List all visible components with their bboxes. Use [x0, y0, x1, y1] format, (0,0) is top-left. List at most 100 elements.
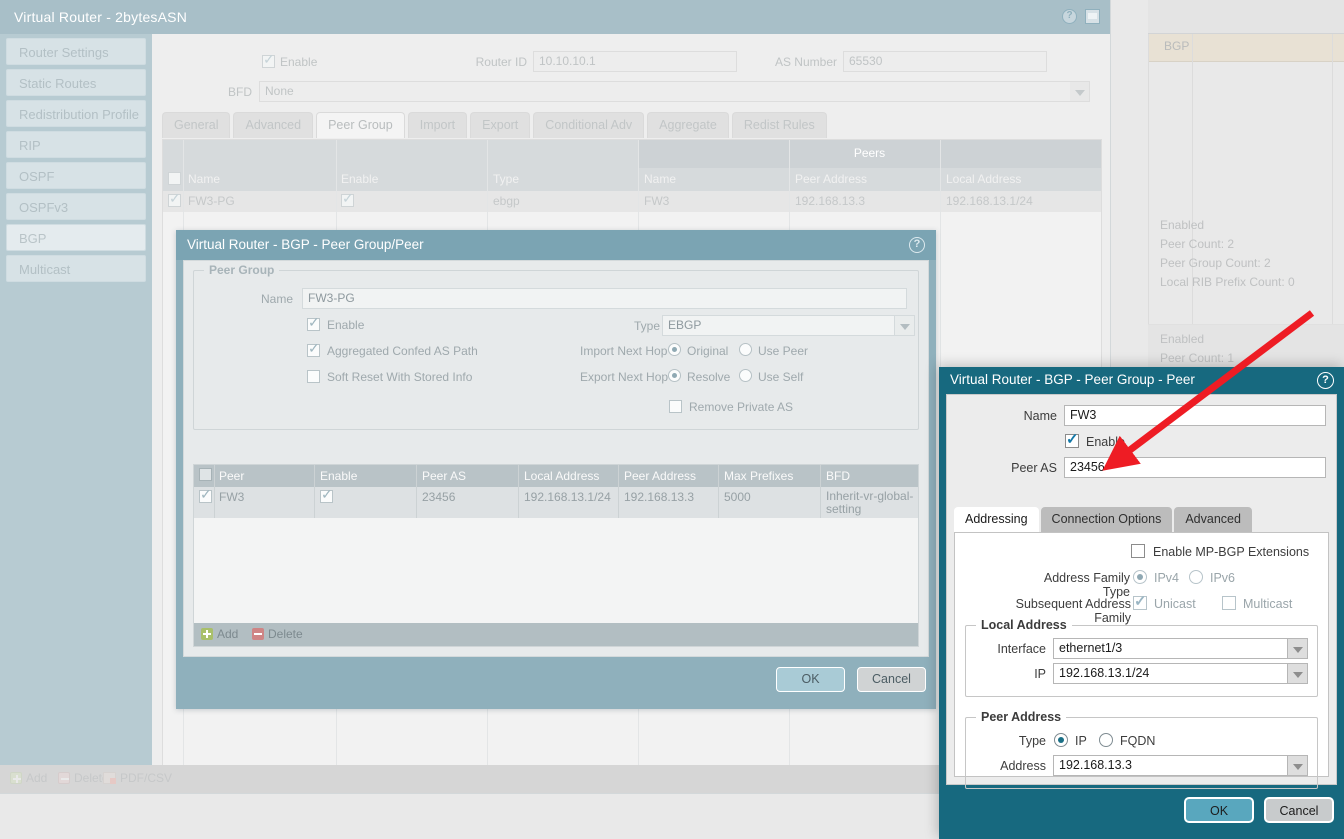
- minus-icon: [252, 628, 264, 640]
- sidebar-item-ospf[interactable]: OSPF: [6, 162, 146, 189]
- peer-group-cancel-button[interactable]: Cancel: [857, 667, 926, 692]
- add-button[interactable]: Add: [10, 771, 47, 785]
- pg-name-label: Name: [261, 292, 293, 306]
- peer-dialog-body: Name FW3 Enable Peer AS 23456 Addressing…: [946, 394, 1337, 785]
- tab-peer-group[interactable]: Peer Group: [316, 112, 405, 138]
- bfd-select[interactable]: None: [259, 81, 1090, 102]
- peer-group-dialog-footer: OK Cancel: [176, 657, 936, 709]
- afi-ipv6-label: IPv6: [1210, 571, 1235, 585]
- help-icon[interactable]: ?: [1317, 372, 1334, 389]
- interface-label: Interface: [974, 642, 1046, 656]
- peer-col-peer-address: Peer Address: [624, 469, 696, 483]
- help-icon[interactable]: ?: [909, 237, 925, 253]
- row-select-checkbox[interactable]: [168, 194, 181, 207]
- peer-address-type-ip-radio[interactable]: [1054, 733, 1068, 747]
- safi-multicast-checkbox[interactable]: [1222, 596, 1236, 610]
- pg-export-use-self-radio[interactable]: [739, 369, 752, 382]
- afi-ipv6-radio[interactable]: [1189, 570, 1203, 584]
- peer-address-type-fqdn-radio[interactable]: [1099, 733, 1113, 747]
- peer-group-ok-button[interactable]: OK: [776, 667, 845, 692]
- afi-ipv4-radio[interactable]: [1133, 570, 1147, 584]
- sidebar-item-ospfv3[interactable]: OSPFv3: [6, 193, 146, 220]
- peer-enable-label: Enable: [1086, 435, 1125, 449]
- sidebar-item-static-routes[interactable]: Static Routes: [6, 69, 146, 96]
- interface-chevron-down-icon[interactable]: [1288, 638, 1308, 659]
- delete-button[interactable]: Delete: [58, 771, 109, 785]
- peer-address-select[interactable]: 192.168.13.3: [1053, 755, 1288, 776]
- tab-redist-rules[interactable]: Redist Rules: [732, 112, 827, 138]
- enable-mpbgp-label: Enable MP-BGP Extensions: [1153, 545, 1309, 559]
- safi-unicast-label: Unicast: [1154, 597, 1196, 611]
- pg-export-use-self-label: Use Self: [758, 370, 803, 384]
- col-peer-address: Peer Address: [795, 172, 867, 186]
- vr-tabstrip: General Advanced Peer Group Import Expor…: [162, 112, 830, 139]
- tab-general[interactable]: General: [162, 112, 230, 138]
- tab-import[interactable]: Import: [408, 112, 467, 138]
- local-ip-select[interactable]: 192.168.13.1/24: [1053, 663, 1288, 684]
- peer-select-all-checkbox[interactable]: [199, 468, 212, 481]
- background-status-block-1: Enabled Peer Count: 2 Peer Group Count: …: [1148, 216, 1344, 292]
- peers-group-header: Peers: [638, 140, 1101, 168]
- bg-b1-l2: Peer Count: 2: [1160, 235, 1344, 254]
- peer-delete-label: Delete: [268, 627, 303, 641]
- help-icon[interactable]: ?: [1062, 9, 1077, 24]
- peer-enable-checkbox[interactable]: [1065, 434, 1079, 448]
- pg-type-select[interactable]: EBGP: [662, 315, 895, 336]
- tab-advanced[interactable]: Advanced: [1174, 507, 1252, 532]
- pg-enable-checkbox[interactable]: [307, 318, 320, 331]
- bfd-chevron-down-icon[interactable]: [1070, 81, 1090, 102]
- pg-import-use-peer-radio[interactable]: [739, 343, 752, 356]
- peer-add-button[interactable]: Add: [201, 627, 238, 641]
- bgp-enable-checkbox[interactable]: [262, 55, 275, 68]
- pg-aggregated-confed-checkbox[interactable]: [307, 344, 320, 357]
- peer-address-chevron-down-icon[interactable]: [1288, 755, 1308, 776]
- sidebar-item-rip[interactable]: RIP: [6, 131, 146, 158]
- table-row[interactable]: FW3-PG ebgp FW3 192.168.13.3 192.168.13.…: [163, 191, 1101, 212]
- sidebar-item-multicast[interactable]: Multicast: [6, 255, 146, 282]
- pdf-csv-button[interactable]: PDF/CSV: [103, 771, 172, 785]
- tab-export[interactable]: Export: [470, 112, 530, 138]
- pg-remove-private-as-checkbox[interactable]: [669, 400, 682, 413]
- peer-delete-button[interactable]: Delete: [252, 627, 303, 641]
- peer-table-toolbar: Add Delete: [194, 623, 918, 646]
- sidebar-item-redistribution-profile[interactable]: Redistribution Profile: [6, 100, 146, 127]
- peer-as-input[interactable]: 23456: [1064, 457, 1326, 478]
- table-row[interactable]: FW3 23456 192.168.13.1/24 192.168.13.3 5…: [194, 487, 918, 518]
- col-peer-name: Name: [644, 172, 676, 186]
- local-ip-chevron-down-icon[interactable]: [1288, 663, 1308, 684]
- restore-icon[interactable]: [1085, 9, 1100, 24]
- tab-connection-options[interactable]: Connection Options: [1041, 507, 1173, 532]
- interface-select[interactable]: ethernet1/3: [1053, 638, 1288, 659]
- select-all-checkbox[interactable]: [168, 172, 181, 185]
- peer-name-input[interactable]: FW3: [1064, 405, 1326, 426]
- peer-dialog-footer: OK Cancel: [939, 785, 1344, 839]
- tab-advanced[interactable]: Advanced: [233, 112, 313, 138]
- plus-icon: [10, 772, 22, 784]
- peer-row-select-checkbox[interactable]: [199, 490, 212, 503]
- peer-cancel-button[interactable]: Cancel: [1264, 797, 1334, 823]
- pg-import-original-radio[interactable]: [668, 343, 681, 356]
- pg-name-input[interactable]: FW3-PG: [302, 288, 907, 309]
- sidebar-item-router-settings[interactable]: Router Settings: [6, 38, 146, 65]
- safi-unicast-checkbox[interactable]: [1133, 596, 1147, 610]
- afi-ipv4-label: IPv4: [1154, 571, 1179, 585]
- as-number-input[interactable]: 65530: [843, 51, 1047, 72]
- peer-as-label: Peer AS: [987, 461, 1057, 475]
- peer-address-legend: Peer Address: [976, 710, 1066, 724]
- sidebar-item-bgp[interactable]: BGP: [6, 224, 146, 251]
- pg-type-chevron-down-icon[interactable]: [895, 315, 915, 336]
- enable-mpbgp-checkbox[interactable]: [1131, 544, 1145, 558]
- tab-aggregate[interactable]: Aggregate: [647, 112, 729, 138]
- local-address-fieldset: Local Address Interface ethernet1/3 IP 1…: [965, 625, 1318, 697]
- router-id-input[interactable]: 10.10.10.1: [533, 51, 737, 72]
- peer-ok-button[interactable]: OK: [1184, 797, 1254, 823]
- pg-soft-reset-checkbox[interactable]: [307, 370, 320, 383]
- pg-export-resolve-radio[interactable]: [668, 369, 681, 382]
- peer-group-dialog-titlebar: Virtual Router - BGP - Peer Group/Peer ?: [176, 230, 936, 260]
- cell-peer-address: 192.168.13.3: [795, 194, 865, 208]
- tab-addressing[interactable]: Addressing: [954, 507, 1039, 532]
- tab-conditional-adv[interactable]: Conditional Adv: [533, 112, 644, 138]
- peer-table: Peer Enable Peer AS Local Address Peer A…: [193, 464, 919, 647]
- pg-soft-reset-label: Soft Reset With Stored Info: [327, 370, 472, 384]
- bgp-enable-label: Enable: [280, 55, 317, 69]
